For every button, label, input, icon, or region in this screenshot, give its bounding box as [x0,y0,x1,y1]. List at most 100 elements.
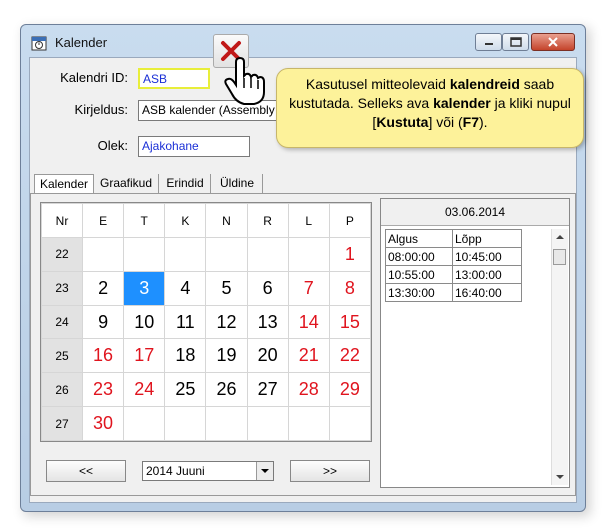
week-number: 22 [41,237,83,272]
week-number: 23 [41,270,83,306]
calendar-day-cell[interactable] [164,237,207,272]
tooltip-bold: kalender [433,95,491,111]
calendar-day-cell[interactable]: 29 [328,372,372,408]
calendar-day-cell[interactable]: 28 [287,372,330,408]
calendar-day-cell[interactable]: 6 [246,270,289,306]
close-icon [548,37,558,47]
column-header-end[interactable]: Lõpp [452,229,522,248]
calendar-day-cell[interactable]: 26 [205,372,248,408]
calendar-day-cell[interactable]: 17 [123,338,166,374]
scroll-thumb[interactable] [553,249,566,265]
week-number: 27 [41,406,83,441]
calendar-day-cell[interactable]: 7 [287,270,330,306]
calendar-app-icon [31,36,47,51]
time-row[interactable]: 08:00:00 10:45:00 [385,247,522,266]
time-start: 13:30:00 [385,283,453,302]
time-end: 16:40:00 [452,283,522,302]
time-row[interactable]: 13:30:00 16:40:00 [385,283,522,302]
calendar-day-cell[interactable]: 16 [81,338,125,374]
calendar-day-cell[interactable] [205,237,248,272]
close-button[interactable] [531,33,575,51]
tab-label: Erindid [166,176,204,190]
tab-erindid[interactable]: Erindid [160,174,211,194]
help-tooltip: Kasutusel mitteolevaid kalendreid saab k… [276,68,584,148]
column-header-start[interactable]: Algus [385,229,453,248]
maximize-button[interactable] [502,33,529,51]
calendar-day-cell[interactable]: 1 [328,237,372,272]
minimize-button[interactable] [475,33,502,51]
calendar-week-row: 27 30 [41,406,372,441]
window-title: Kalender [55,35,108,50]
calendar-day-cell[interactable] [81,237,125,272]
header-nr: Nr [41,203,83,238]
calendar-week-row: 26 23 24 25 26 27 28 29 [41,372,372,408]
tooltip-bold: kalendreid [449,76,520,92]
header-thu: N [205,203,248,238]
calendar-day-cell[interactable]: 19 [205,338,248,374]
calendar-day-cell[interactable]: 15 [328,304,372,340]
dropdown-arrow[interactable] [256,462,273,480]
calendar-day-cell[interactable]: 25 [164,372,207,408]
next-month-button[interactable]: >> [290,460,370,482]
calendar-day-cell[interactable]: 22 [328,338,372,374]
calendar-id-field[interactable]: ASB [138,68,210,89]
calendar-day-cell[interactable]: 4 [164,270,207,306]
header-sat: L [287,203,330,238]
header-wed: K [164,203,207,238]
calendar-day-cell[interactable] [123,406,166,441]
calendar-day-cell[interactable]: 21 [287,338,330,374]
time-row[interactable]: 10:55:00 13:00:00 [385,265,522,284]
calendar-week-row: 22 1 [41,237,372,272]
calendar-day-cell[interactable] [123,237,166,272]
tab-label: Graafikud [99,176,153,190]
calendar-day-cell[interactable]: 3 [123,270,166,306]
calendar-day-cell[interactable]: 9 [81,304,125,340]
scroll-up-icon[interactable] [553,231,567,243]
calendar-day-cell[interactable]: 18 [164,338,207,374]
status-field[interactable]: Ajakohane [138,136,250,157]
calendar-day-cell[interactable]: 20 [246,338,289,374]
calendar-day-cell[interactable] [328,406,372,441]
calendar-day-cell[interactable] [246,406,289,441]
chevron-down-icon [261,469,269,473]
week-number: 24 [41,304,83,340]
time-start: 10:55:00 [385,265,453,284]
calendar-day-cell[interactable]: 24 [123,372,166,408]
calendar-day-cell[interactable]: 14 [287,304,330,340]
calendar-day-cell[interactable]: 12 [205,304,248,340]
calendar-day-cell[interactable] [287,237,330,272]
previous-month-button[interactable]: << [46,460,126,482]
calendar-week-row: 24 9 10 11 12 13 14 15 [41,304,372,340]
calendar-day-cell[interactable]: 2 [81,270,125,306]
calendar-day-cell[interactable]: 5 [205,270,248,306]
calendar-day-cell[interactable] [287,406,330,441]
hand-cursor-icon [224,56,265,105]
tooltip-text: Kasutusel mitteolevaid [305,76,450,92]
tab-graafikud[interactable]: Graafikud [94,174,159,194]
tooltip-text: ] või ( [428,114,463,130]
calendar-day-cell[interactable]: 8 [328,270,372,306]
tooltip-bold: Kustuta [376,114,429,130]
calendar-day-cell[interactable] [164,406,207,441]
calendar-day-cell[interactable]: 30 [81,406,125,441]
calendar-day-cell[interactable]: 10 [123,304,166,340]
status-label: Olek: [97,138,128,153]
calendar-day-cell[interactable] [246,237,289,272]
title-bar[interactable]: Kalender [21,25,585,57]
calendar-day-cell[interactable]: 23 [81,372,125,408]
calendar-day-cell[interactable]: 11 [164,304,207,340]
month-select[interactable]: 2014 Juuni [142,461,274,481]
header-fri: R [246,203,289,238]
calendar-day-cell[interactable]: 27 [246,372,289,408]
time-end: 10:45:00 [452,247,522,266]
scroll-down-icon[interactable] [553,471,567,483]
minimize-icon [484,43,493,45]
calendar-day-cell[interactable]: 13 [246,304,289,340]
calendar-day-cell[interactable] [205,406,248,441]
month-calendar: Nr E T K N R L P 22 1 23 2 3 4 5 6 7 8 24 9 10 11 12 13… [40,202,372,442]
times-scrollbar[interactable] [551,229,568,485]
tab-label: Kalender [39,177,89,191]
selected-date: 03.06.2014 [381,199,569,226]
tab-uldine[interactable]: Üldine [212,174,263,194]
work-times-panel: 03.06.2014 Algus Lõpp 08:00:00 10:45:00 … [380,198,570,488]
